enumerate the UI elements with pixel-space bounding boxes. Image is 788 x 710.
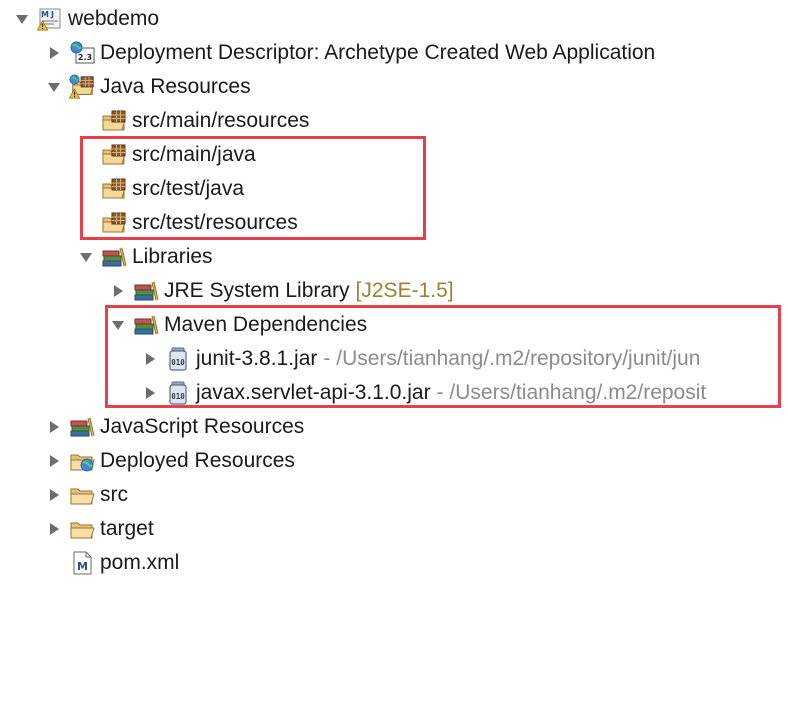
deployment-descriptor-label: Deployment Descriptor: Archetype Created… — [100, 41, 656, 64]
tree-item-target[interactable]: target — [46, 512, 154, 546]
target-label: target — [100, 517, 154, 540]
tree-item-java-resources[interactable]: Java Resources — [46, 70, 251, 104]
java-resources-warning-icon — [68, 73, 96, 101]
tree-item-deployed-resources[interactable]: Deployed Resources — [46, 444, 295, 478]
library-icon — [100, 243, 128, 271]
jre-library-label: JRE System Library — [164, 279, 350, 302]
tree-item-jar[interactable]: junit-3.8.1.jar - /Users/tianhang/.m2/re… — [142, 342, 788, 376]
tree-item-pom-xml[interactable]: M pom.xml — [46, 546, 179, 580]
deployed-resources-icon — [68, 447, 96, 475]
pom-label: pom.xml — [100, 551, 180, 574]
library-icon — [68, 413, 96, 441]
folder-icon — [68, 481, 96, 509]
svg-text:M: M — [77, 560, 88, 573]
deployment-descriptor-icon: 2.3 — [68, 39, 96, 67]
javascript-resources-label: JavaScript Resources — [100, 415, 305, 438]
package-folder-icon — [100, 107, 128, 135]
folder-label: src/test/java — [132, 177, 245, 200]
expand-arrow-icon[interactable] — [46, 521, 62, 537]
tree-item-libraries[interactable]: Libraries — [78, 240, 213, 274]
jar-icon — [164, 345, 192, 373]
svg-text:M: M — [41, 10, 49, 19]
folder-icon — [68, 515, 96, 543]
java-resources-label: Java Resources — [100, 75, 251, 98]
jar-icon — [164, 379, 192, 407]
package-folder-icon — [100, 175, 128, 203]
jar-label: javax.servlet-api-3.1.0.jar — [196, 381, 431, 404]
jar-path: - /Users/tianhang/.m2/repository/junit/j… — [323, 347, 701, 370]
tree-item-jar[interactable]: javax.servlet-api-3.1.0.jar - /Users/tia… — [142, 376, 788, 410]
expand-arrow-icon[interactable] — [142, 385, 158, 401]
jar-path: - /Users/tianhang/.m2/reposit — [436, 381, 707, 404]
folder-label: src/main/resources — [132, 109, 310, 132]
tree-item-src-main-java[interactable]: src/main/java — [78, 138, 256, 172]
libraries-label: Libraries — [132, 245, 213, 268]
expand-arrow-icon[interactable] — [46, 453, 62, 469]
collapse-arrow-icon[interactable] — [78, 249, 94, 265]
library-icon — [132, 311, 160, 339]
maven-web-project-icon: M J — [36, 5, 64, 33]
collapse-arrow-icon[interactable] — [46, 79, 62, 95]
library-icon — [132, 277, 160, 305]
expand-arrow-icon[interactable] — [142, 351, 158, 367]
tree-item-javascript-resources[interactable]: JavaScript Resources — [46, 410, 304, 444]
project-name: webdemo — [68, 7, 160, 30]
tree-item-deployment-descriptor[interactable]: 2.3 Deployment Descriptor: Archetype Cre… — [46, 36, 655, 70]
maven-dependencies-label: Maven Dependencies — [164, 313, 368, 336]
tree-item-src-test-java[interactable]: src/test/java — [78, 172, 244, 206]
project-explorer-tree: M J webdemo 2.3 Deployment Descriptor: A… — [0, 0, 788, 710]
tree-item-src-test-resources[interactable]: src/test/resources — [78, 206, 298, 240]
collapse-arrow-icon[interactable] — [14, 11, 30, 27]
tree-item-webdemo[interactable]: M J webdemo — [14, 2, 159, 36]
svg-text:2.3: 2.3 — [78, 53, 92, 62]
folder-label: src/main/java — [132, 143, 256, 166]
src-label: src — [100, 483, 128, 506]
deployed-resources-label: Deployed Resources — [100, 449, 295, 472]
expand-arrow-icon[interactable] — [46, 45, 62, 61]
svg-text:J: J — [50, 10, 54, 19]
tree-item-maven-dependencies[interactable]: Maven Dependencies — [110, 308, 367, 342]
expand-arrow-icon[interactable] — [110, 283, 126, 299]
expand-arrow-icon[interactable] — [46, 487, 62, 503]
jre-version: [J2SE-1.5] — [355, 279, 454, 302]
maven-pom-file-icon: M — [68, 549, 96, 577]
package-folder-icon — [100, 209, 128, 237]
package-folder-icon — [100, 141, 128, 169]
tree-item-src-main-resources[interactable]: src/main/resources — [78, 104, 309, 138]
expand-arrow-icon[interactable] — [46, 419, 62, 435]
jar-label: junit-3.8.1.jar — [196, 347, 318, 370]
collapse-arrow-icon[interactable] — [110, 317, 126, 333]
tree-item-src[interactable]: src — [46, 478, 128, 512]
tree-item-jre-system-library[interactable]: JRE System Library [J2SE-1.5] — [110, 274, 454, 308]
folder-label: src/test/resources — [132, 211, 298, 234]
